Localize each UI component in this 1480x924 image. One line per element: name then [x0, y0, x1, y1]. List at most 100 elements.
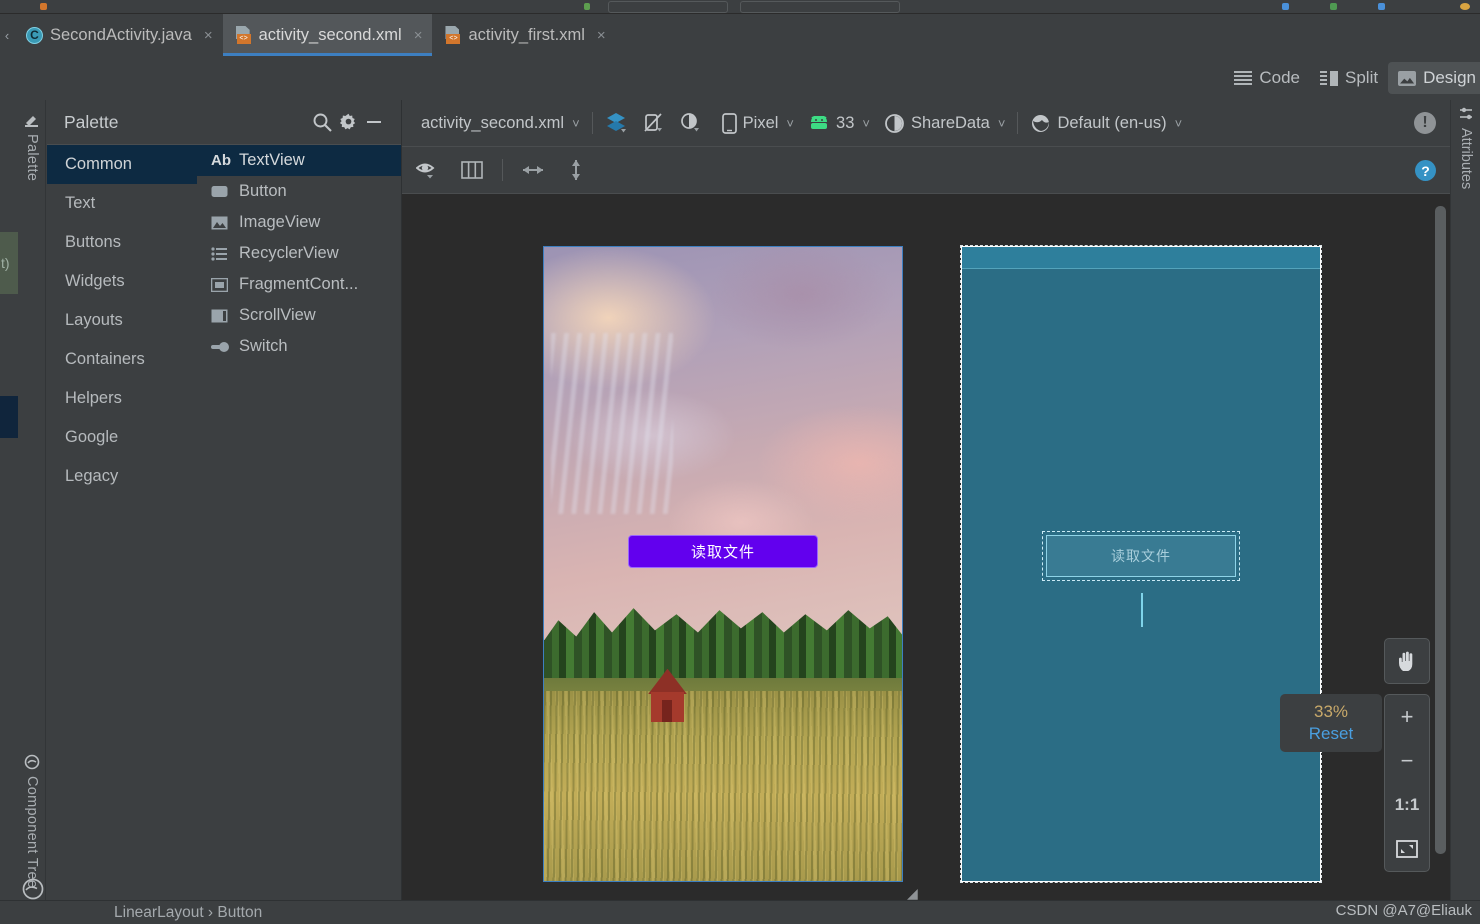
- editor-fragment-text: t): [0, 232, 18, 294]
- locale-dropdown[interactable]: Default (en-us) ˅: [1023, 108, 1189, 138]
- theme-contrast-dropdown[interactable]: [672, 108, 709, 138]
- pan-hand-icon[interactable]: [1385, 639, 1429, 683]
- palette-item-imageview[interactable]: ImageView: [197, 207, 401, 238]
- tab-label: SecondActivity.java: [50, 25, 192, 44]
- mode-design-button[interactable]: Design: [1388, 62, 1480, 94]
- panes-toggle[interactable]: [453, 155, 493, 185]
- fragment-container-icon: [211, 276, 230, 293]
- category-label: Text: [65, 194, 96, 212]
- design-surface-panel: activity_second.xml ˅ Pixel ˅ 33 ˅ Share…: [402, 100, 1450, 900]
- tab-close-icon[interactable]: ×: [414, 27, 423, 44]
- zoom-level-pill[interactable]: 33% Reset: [1280, 694, 1382, 752]
- java-class-icon: C: [26, 26, 43, 44]
- search-everywhere-sliver[interactable]: [1460, 3, 1470, 10]
- layers-icon: [606, 113, 626, 133]
- palette-category-containers[interactable]: Containers: [47, 340, 197, 379]
- button-icon: [211, 183, 230, 200]
- palette-category-widgets[interactable]: Widgets: [47, 262, 197, 301]
- chevron-down-icon: ˅: [786, 115, 795, 131]
- git-icon-sliver[interactable]: [1330, 3, 1337, 10]
- editor-tab-activity-first-xml[interactable]: <> activity_first.xml ×: [432, 14, 615, 56]
- help-icon[interactable]: ?: [1415, 160, 1436, 181]
- category-label: Google: [65, 428, 119, 446]
- file-variant-dropdown[interactable]: activity_second.xml ˅: [414, 108, 587, 138]
- zoom-to-fit-icon[interactable]: [1385, 827, 1429, 871]
- width-control[interactable]: [512, 155, 554, 185]
- editor-left-gutter: [0, 100, 18, 924]
- palette-category-buttons[interactable]: Buttons: [47, 223, 197, 262]
- mode-code-button[interactable]: Code: [1224, 62, 1310, 94]
- editor-tab-second-activity-java[interactable]: C SecondActivity.java ×: [14, 14, 223, 56]
- gear-icon[interactable]: [335, 109, 361, 135]
- category-label: Widgets: [65, 272, 125, 290]
- palette-item-textview[interactable]: Ab TextView: [197, 145, 401, 176]
- palette-category-google[interactable]: Google: [47, 418, 197, 457]
- palette-category-text[interactable]: Text: [47, 184, 197, 223]
- canvas-scrollbar-track[interactable]: [1435, 198, 1448, 870]
- zoom-controls: + − 1:1: [1384, 638, 1430, 872]
- api-level-dropdown[interactable]: 33 ˅: [801, 108, 877, 138]
- breadcrumb[interactable]: LinearLayout › Button: [114, 904, 262, 923]
- orientation-dropdown[interactable]: [635, 108, 672, 138]
- render-warning-badge[interactable]: !: [1414, 112, 1436, 134]
- mode-split-label: Split: [1345, 68, 1379, 87]
- run-config-chip[interactable]: [608, 1, 728, 13]
- editor-tab-activity-second-xml[interactable]: <> activity_second.xml ×: [222, 14, 433, 56]
- device-chip[interactable]: [740, 1, 900, 13]
- height-control[interactable]: [558, 155, 594, 185]
- preview-sun-rays: [551, 333, 673, 515]
- tab-close-icon[interactable]: ×: [204, 27, 213, 44]
- tab-scroll-left-icon[interactable]: ‹: [0, 14, 14, 56]
- component-tree-corner-icon[interactable]: [22, 878, 44, 900]
- android-robot-icon: [811, 115, 828, 129]
- category-label: Legacy: [65, 467, 119, 485]
- sidebar-item-palette[interactable]: Palette: [18, 106, 46, 226]
- palette-item-switch[interactable]: Switch: [197, 331, 401, 362]
- palette-item-label: RecyclerView: [239, 244, 339, 262]
- run-button-sliver[interactable]: [584, 3, 590, 10]
- palette-category-legacy[interactable]: Legacy: [47, 457, 197, 496]
- zoom-reset-link[interactable]: Reset: [1309, 724, 1353, 744]
- rendered-device-preview[interactable]: 读取文件: [543, 246, 903, 882]
- palette-item-scrollview[interactable]: ScrollView: [197, 300, 401, 331]
- scrollview-icon: [211, 307, 230, 324]
- layout-canvas[interactable]: 读取文件 ◢ 读取文件 33% Reset + − 1:1: [402, 194, 1450, 900]
- tab-close-icon[interactable]: ×: [597, 27, 606, 44]
- palette-item-label: TextView: [239, 151, 305, 169]
- vcs-icon-sliver[interactable]: [1282, 3, 1289, 10]
- canvas-scrollbar-thumb[interactable]: [1435, 206, 1446, 854]
- theme-contrast-icon: [680, 113, 699, 132]
- phone-icon: [721, 112, 737, 134]
- palette-item-fragment-container[interactable]: FragmentCont...: [197, 269, 401, 300]
- minimize-icon[interactable]: [361, 109, 387, 135]
- device-dropdown[interactable]: Pixel ˅: [715, 108, 801, 138]
- preview-red-barn: [647, 668, 688, 723]
- mode-split-button[interactable]: Split: [1310, 62, 1388, 94]
- search-icon[interactable]: [309, 109, 335, 135]
- palette-item-button[interactable]: Button: [197, 176, 401, 207]
- toolbar-separator: [591, 112, 593, 134]
- palette-category-layouts[interactable]: Layouts: [47, 301, 197, 340]
- recyclerview-icon: [211, 245, 230, 262]
- blueprint-device-preview[interactable]: 读取文件: [960, 245, 1322, 883]
- code-lines-icon: [1234, 70, 1253, 86]
- design-surface-mode-dropdown[interactable]: [598, 108, 635, 138]
- palette-item-recyclerview[interactable]: RecyclerView: [197, 238, 401, 269]
- palette-item-label: Switch: [239, 337, 288, 355]
- blueprint-status-bar: [962, 247, 1320, 269]
- palette-item-label: ScrollView: [239, 306, 316, 324]
- resize-corner-icon[interactable]: ◢: [907, 885, 921, 900]
- sidebar-item-attributes[interactable]: Attributes: [1452, 106, 1480, 256]
- actual-size-button[interactable]: 1:1: [1385, 783, 1429, 827]
- zoom-out-button[interactable]: −: [1385, 739, 1429, 783]
- blueprint-read-file-button[interactable]: 读取文件: [1042, 530, 1240, 581]
- theme-dropdown[interactable]: ShareData ˅: [877, 108, 1012, 138]
- zoom-in-button[interactable]: +: [1385, 695, 1429, 739]
- palette-category-common[interactable]: Common: [47, 145, 197, 184]
- preview-read-file-button[interactable]: 读取文件: [628, 534, 818, 568]
- visibility-dropdown[interactable]: [414, 155, 449, 185]
- palette-category-helpers[interactable]: Helpers: [47, 379, 197, 418]
- pan-group: [1384, 638, 1430, 684]
- horizontal-resize-icon: [523, 166, 543, 174]
- update-icon-sliver[interactable]: [1378, 3, 1385, 10]
